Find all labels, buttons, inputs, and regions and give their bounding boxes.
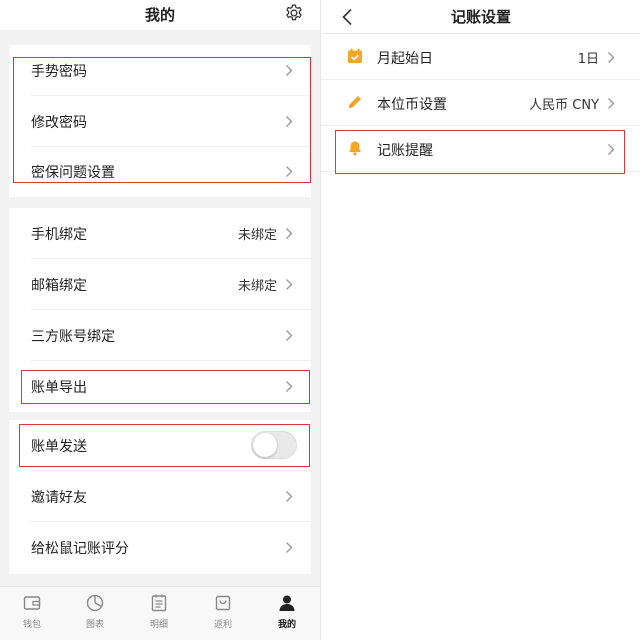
my-page-panel: 我的 手势密码 修改密码 密保问题设置 手机绑定 未绑定 邮箱绑定 未绑定 三方…: [0, 0, 320, 640]
chevron-right-icon: [286, 228, 293, 239]
tab-label: 我的: [277, 620, 296, 630]
row-label: 本位币设置: [377, 97, 447, 113]
month-start-value: 1日: [577, 52, 599, 67]
chevron-right-icon: [286, 166, 293, 177]
settings-header: 记账设置: [321, 0, 640, 34]
security-settings-group: 手势密码 修改密码 密保问题设置: [9, 45, 311, 197]
pencil-icon: [349, 96, 361, 108]
invite-friends-row[interactable]: 邀请好友: [9, 471, 311, 522]
tab-label: 图表: [85, 620, 104, 630]
pie-chart-icon: [86, 594, 104, 612]
row-label: 手机绑定: [31, 227, 87, 243]
gesture-password-row[interactable]: 手势密码: [9, 45, 311, 96]
row-label: 密保问题设置: [31, 165, 115, 181]
bottom-tab-bar: 钱包 图表 明细 返利 我的: [0, 586, 320, 640]
account-binding-group: 手机绑定 未绑定 邮箱绑定 未绑定 三方账号绑定 账单导出: [9, 208, 311, 412]
row-label: 月起始日: [377, 51, 433, 67]
tab-wallet[interactable]: 钱包: [7, 593, 57, 637]
page-title: 记账设置: [450, 8, 511, 26]
row-label: 账单导出: [31, 380, 87, 396]
row-label: 修改密码: [31, 115, 87, 131]
tab-rebate[interactable]: 返利: [198, 593, 248, 637]
phone-binding-row[interactable]: 手机绑定 未绑定: [9, 208, 311, 259]
tab-label: 钱包: [22, 620, 41, 630]
row-label: 邮箱绑定: [31, 278, 87, 294]
bill-send-row: 账单发送: [9, 420, 311, 471]
tab-label: 明细: [149, 620, 168, 630]
chevron-right-icon: [286, 330, 293, 341]
bag-icon: [215, 595, 231, 611]
currency-value: 人民币 CNY: [529, 98, 599, 113]
binding-status: 未绑定: [237, 279, 277, 294]
chevron-right-icon: [286, 542, 293, 553]
row-label: 账单发送: [31, 439, 87, 455]
bill-export-row[interactable]: 账单导出: [9, 361, 311, 412]
wallet-icon: [23, 596, 41, 610]
tab-chart[interactable]: 图表: [70, 593, 120, 637]
change-password-row[interactable]: 修改密码: [9, 96, 311, 147]
chevron-right-icon: [608, 52, 615, 63]
chevron-right-icon: [286, 65, 293, 76]
chevron-right-icon: [608, 144, 615, 155]
other-settings-group: 账单发送 邀请好友 给松鼠记账评分: [9, 420, 311, 574]
tab-label: 返利: [213, 620, 232, 630]
gear-icon[interactable]: [284, 3, 304, 23]
chevron-right-icon: [286, 381, 293, 392]
month-start-day-row[interactable]: 月起始日 1日: [321, 34, 640, 80]
bookkeeping-settings-panel: 记账设置 月起始日 1日 本位币设置 人民币 CNY 记账提醒: [320, 0, 640, 640]
security-question-row[interactable]: 密保问题设置: [9, 146, 311, 197]
binding-status: 未绑定: [237, 228, 277, 243]
toggle-knob: [253, 433, 277, 457]
bookkeeping-reminder-row[interactable]: 记账提醒: [321, 126, 640, 172]
row-label: 手势密码: [31, 64, 87, 80]
my-page-header: 我的: [0, 0, 320, 30]
chevron-right-icon: [286, 279, 293, 290]
rate-app-row[interactable]: 给松鼠记账评分: [9, 522, 311, 573]
chevron-right-icon: [608, 98, 615, 109]
list-icon: [151, 594, 167, 612]
calendar-icon: [348, 48, 362, 63]
row-label: 三方账号绑定: [31, 329, 115, 345]
third-party-binding-row[interactable]: 三方账号绑定: [9, 310, 311, 361]
bill-send-toggle[interactable]: [251, 431, 297, 459]
row-label: 记账提醒: [377, 143, 433, 159]
base-currency-row[interactable]: 本位币设置 人民币 CNY: [321, 80, 640, 126]
email-binding-row[interactable]: 邮箱绑定 未绑定: [9, 259, 311, 310]
chevron-right-icon: [286, 491, 293, 502]
bell-icon: [349, 141, 361, 156]
page-title: 我的: [144, 6, 175, 24]
row-label: 邀请好友: [31, 490, 87, 506]
tab-mine[interactable]: 我的: [262, 593, 312, 637]
chevron-right-icon: [286, 116, 293, 127]
row-label: 给松鼠记账评分: [31, 541, 129, 557]
tab-details[interactable]: 明细: [134, 593, 184, 637]
user-icon: [279, 595, 295, 611]
